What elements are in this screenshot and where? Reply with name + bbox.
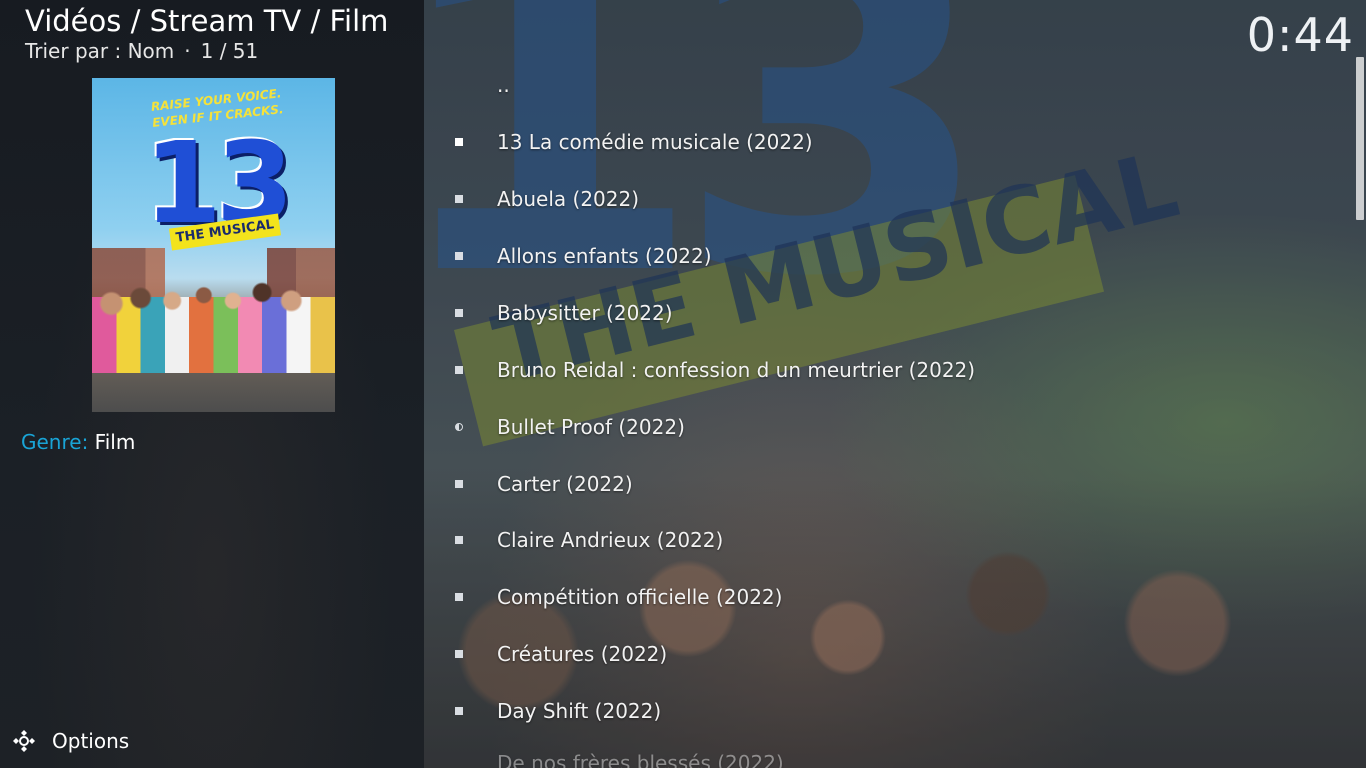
gear-icon [10, 727, 38, 755]
list-item[interactable]: Créatures (2022) [440, 625, 1340, 682]
list-item[interactable]: Allons enfants (2022) [440, 227, 1340, 284]
list-scrollbar[interactable] [1356, 57, 1364, 220]
unwatched-icon [455, 137, 463, 146]
genre-value: Film [94, 430, 136, 454]
list-item-title: Compétition officielle (2022) [497, 584, 783, 609]
movie-poster: RAISE YOUR VOICE. EVEN IF IT CRACKS. 13 … [92, 78, 335, 412]
kodi-window: 13 THE MUSICAL Vidéos / Stream TV / Film… [0, 0, 1366, 768]
list-item[interactable]: De nos frères blessés (2022) [440, 734, 1340, 768]
list-item-title: Claire Andrieux (2022) [497, 527, 724, 552]
sort-separator: · [184, 39, 191, 63]
list-item-title: Bullet Proof (2022) [497, 414, 685, 439]
list-item-title: 13 La comédie musicale (2022) [497, 129, 813, 154]
unwatched-icon [455, 649, 463, 658]
list-item[interactable]: 13 La comédie musicale (2022) [440, 113, 1340, 170]
unwatched-icon [455, 308, 463, 317]
unwatched-icon [455, 535, 463, 544]
list-item[interactable]: Bullet Proof (2022) [440, 398, 1340, 455]
list-item-title: Carter (2022) [497, 471, 633, 496]
clock: 0:44 [1246, 8, 1354, 62]
list-item-title: Babysitter (2022) [497, 300, 673, 325]
list-item[interactable]: Compétition officielle (2022) [440, 568, 1340, 625]
options-label: Options [52, 729, 130, 753]
list-item-title: .. [497, 72, 510, 97]
list-item-title: De nos frères blessés (2022) [497, 750, 784, 768]
movie-list[interactable]: .. 13 La comédie musicale (2022) Abuela … [440, 56, 1340, 768]
unwatched-icon [455, 194, 463, 203]
unwatched-icon [455, 251, 463, 260]
item-position: 1 / 51 [200, 39, 259, 63]
list-item-title: Allons enfants (2022) [497, 243, 712, 268]
list-item[interactable]: Day Shift (2022) [440, 682, 1340, 739]
list-item-title: Créatures (2022) [497, 641, 668, 666]
breadcrumb: Vidéos / Stream TV / Film [25, 4, 389, 38]
list-item[interactable]: Claire Andrieux (2022) [440, 511, 1340, 568]
in-progress-icon [455, 422, 463, 431]
options-button[interactable]: Options [10, 726, 129, 756]
list-item-title: Day Shift (2022) [497, 698, 662, 723]
unwatched-icon [455, 592, 463, 601]
sort-info: Trier par : Nom · 1 / 51 [25, 39, 258, 63]
unwatched-icon [455, 479, 463, 488]
genre-info: Genre: Film [21, 430, 135, 454]
unwatched-icon [455, 365, 463, 374]
list-item-title: Bruno Reidal : confession d un meurtrier… [497, 357, 976, 382]
unwatched-icon [455, 706, 463, 715]
list-item-title: Abuela (2022) [497, 186, 640, 211]
genre-label: Genre: [21, 430, 89, 454]
list-item[interactable]: Carter (2022) [440, 455, 1340, 512]
list-item[interactable]: Babysitter (2022) [440, 284, 1340, 341]
list-item-parent[interactable]: .. [440, 56, 1340, 113]
list-item[interactable]: Abuela (2022) [440, 170, 1340, 227]
list-item[interactable]: Bruno Reidal : confession d un meurtrier… [440, 341, 1340, 398]
sort-label: Trier par : Nom [25, 39, 175, 63]
poster-cast [92, 273, 335, 412]
